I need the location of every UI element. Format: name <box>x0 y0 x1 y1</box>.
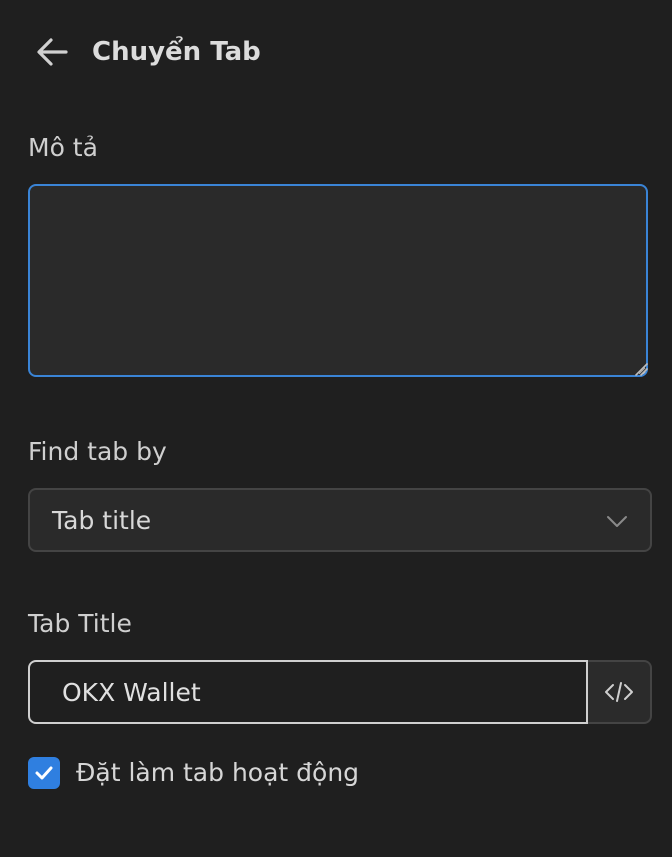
header: Chuyển Tab <box>0 0 672 104</box>
tab-title-input[interactable]: OKX Wallet <box>28 660 588 724</box>
find-tab-by-select[interactable]: Tab title <box>28 488 652 552</box>
description-label: Mô tả <box>28 133 98 162</box>
resize-grip-icon[interactable] <box>634 362 648 376</box>
find-tab-by-value: Tab title <box>52 506 152 535</box>
set-active-label[interactable]: Đặt làm tab hoạt động <box>76 756 359 790</box>
arrow-left-icon <box>37 38 68 66</box>
tab-title-value: OKX Wallet <box>62 678 201 707</box>
set-active-checkbox[interactable] <box>28 757 60 789</box>
back-button[interactable] <box>30 30 74 74</box>
checkmark-icon <box>35 766 53 780</box>
code-toggle-button[interactable] <box>588 660 652 724</box>
page-title: Chuyển Tab <box>92 37 261 67</box>
chevron-down-icon <box>607 516 627 527</box>
code-icon <box>605 682 633 702</box>
description-textarea[interactable] <box>28 184 648 377</box>
find-tab-by-label: Find tab by <box>28 437 167 466</box>
tab-title-label: Tab Title <box>28 609 132 638</box>
